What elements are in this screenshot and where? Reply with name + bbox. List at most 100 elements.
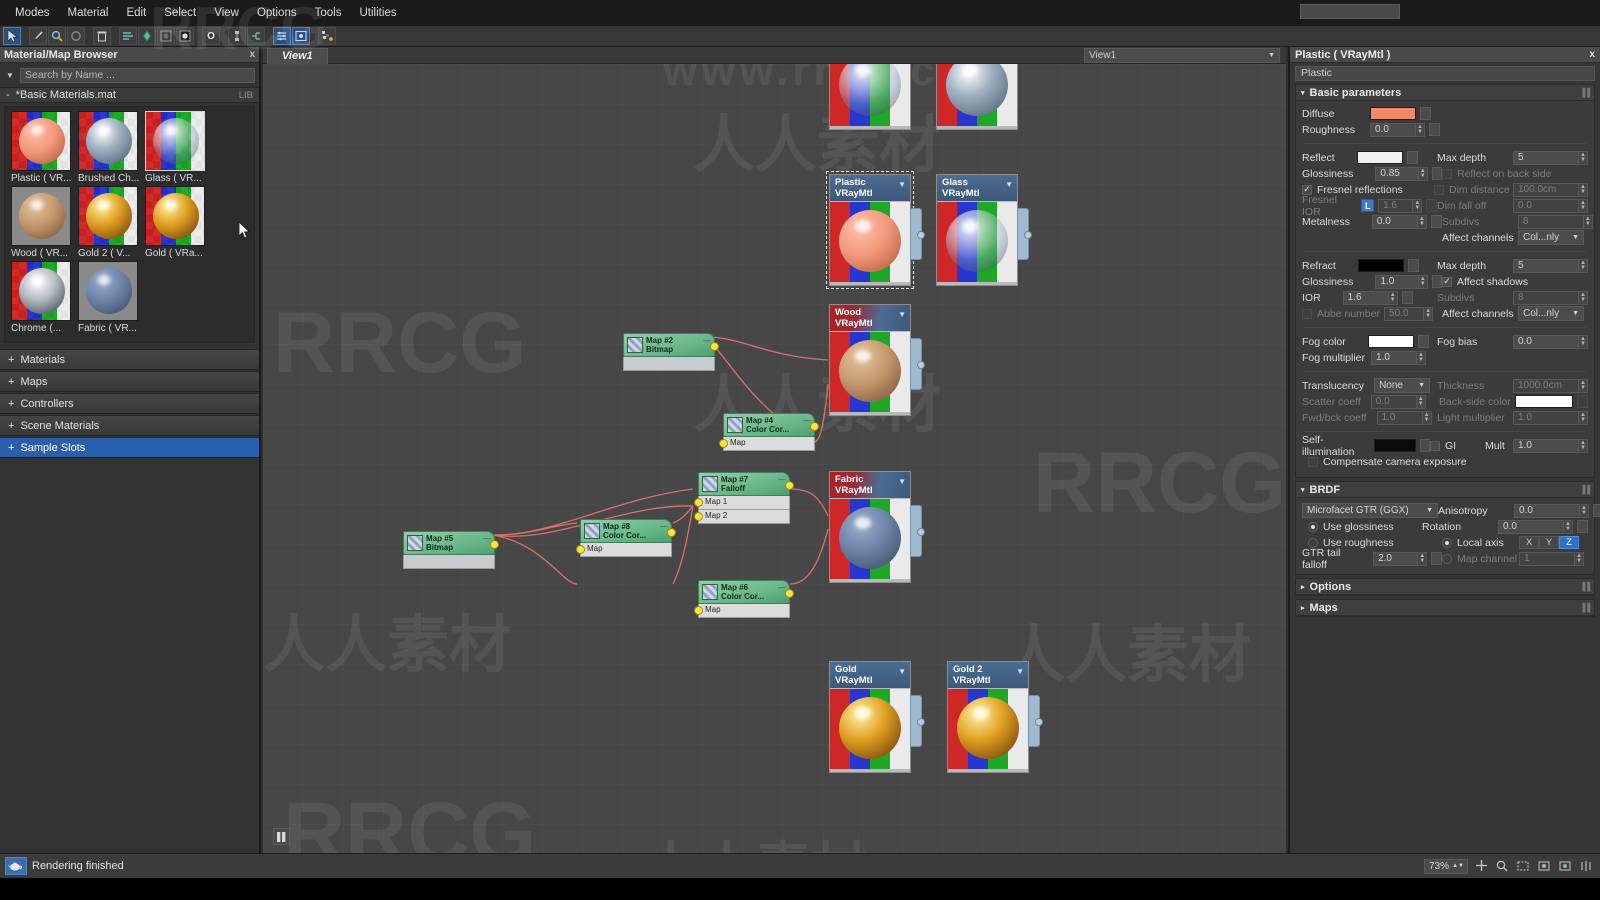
material-thumbnail[interactable] xyxy=(78,261,138,321)
refract-max-depth-spinner[interactable]: ▲ ▼ xyxy=(1579,258,1588,273)
scatter-coeff-spinner[interactable]: ▲ ▼ xyxy=(1416,394,1426,409)
abbe-number-checkbox[interactable] xyxy=(1302,308,1312,319)
map-node-socket[interactable]: Map 2 xyxy=(694,510,790,524)
reflect-back-side-checkbox[interactable] xyxy=(1442,168,1452,179)
dim-distance-spinner[interactable]: ▲ ▼ xyxy=(1579,182,1588,197)
dim-distance-input[interactable]: 100.0cm xyxy=(1513,182,1579,197)
map-node-socket[interactable]: Map xyxy=(576,543,672,557)
browser-section-sample-slots[interactable]: + Sample Slots xyxy=(0,437,259,458)
material-node-output-port[interactable] xyxy=(1017,208,1032,260)
material-node-frame[interactable]: Fabric VRayMtl ▼ xyxy=(829,471,911,583)
light-multiplier-input[interactable]: 1.0 xyxy=(1513,410,1579,425)
input-socket-dot[interactable] xyxy=(719,439,728,448)
chevron-down-icon[interactable]: ▼ xyxy=(898,476,906,487)
fwd-bck-coeff-input[interactable]: 1.0 xyxy=(1376,410,1423,425)
refract-map-button[interactable] xyxy=(1407,259,1419,272)
chevron-down-icon[interactable]: ▼ xyxy=(898,309,906,320)
material-node-frame[interactable] xyxy=(936,64,1018,130)
zoom-level-input[interactable]: 73% ▲▼ xyxy=(1424,858,1468,874)
menu-item-material[interactable]: Material xyxy=(59,3,118,23)
map-node-header[interactable]: Map #8 Color Cor... — xyxy=(580,519,672,543)
local-axis-z-button[interactable]: Z xyxy=(1559,536,1579,549)
refract-glossiness-spinner[interactable]: ▲ ▼ xyxy=(1419,274,1428,289)
material-thumbnail[interactable] xyxy=(78,111,138,171)
anisotropy-spinner[interactable]: ▲ ▼ xyxy=(1580,503,1589,518)
zoom-extents-selected-icon[interactable] xyxy=(1557,858,1573,874)
roughness-map-button[interactable] xyxy=(1429,123,1440,136)
rollup-maps-header[interactable]: ▸ Maps ▐▐ xyxy=(1296,600,1594,616)
map-node-header[interactable]: Map #6 Color Cor... — xyxy=(698,580,790,604)
chevron-down-icon[interactable]: ▼ xyxy=(898,179,906,190)
rotation-input[interactable]: 0.0 xyxy=(1498,519,1564,534)
gi-checkbox[interactable] xyxy=(1430,440,1440,451)
reflect-glossiness-map-button[interactable] xyxy=(1431,167,1442,180)
zoom-extents-icon[interactable] xyxy=(1536,858,1552,874)
diffuse-map-button[interactable] xyxy=(1420,107,1431,120)
gtr-tail-falloff-map-button[interactable] xyxy=(1431,552,1442,565)
teapot-icon[interactable] xyxy=(5,857,27,875)
window-controls-placeholder[interactable] xyxy=(1300,4,1400,19)
material-node-frame[interactable]: Glass VRayMtl ▼ xyxy=(936,174,1018,286)
reflect-glossiness-input[interactable]: 0.85 xyxy=(1375,166,1419,181)
material-node-frame[interactable]: Gold VRayMtl ▼ xyxy=(829,661,911,773)
menu-item-utilities[interactable]: Utilities xyxy=(350,3,405,23)
anisotropy-input[interactable]: 0.0 xyxy=(1514,503,1580,518)
input-socket-dot[interactable] xyxy=(694,498,703,507)
compensate-camera-exposure-checkbox[interactable] xyxy=(1308,456,1318,467)
refract-color-swatch[interactable] xyxy=(1357,259,1404,272)
ior-map-button[interactable] xyxy=(1401,291,1413,304)
material-node-output-port[interactable] xyxy=(910,505,925,557)
layout-children-icon[interactable] xyxy=(119,27,137,45)
material-node-header[interactable]: Plastic VRayMtl ▼ xyxy=(830,175,910,201)
map-node-header[interactable]: Map #4 Color Cor... — xyxy=(723,413,815,437)
dim-falloff-input[interactable]: 0.0 xyxy=(1513,198,1579,213)
rollup-options-header[interactable]: ▸ Options ▐▐ xyxy=(1296,579,1594,595)
map-node-header[interactable]: Map #2 Bitmap — xyxy=(623,333,715,357)
refract-glossiness-map-button[interactable] xyxy=(1431,275,1442,288)
light-multiplier-spinner[interactable]: ▲ ▼ xyxy=(1579,410,1588,425)
map-node[interactable]: Map #4 Color Cor... — Map xyxy=(719,413,819,451)
anisotropy-map-button[interactable] xyxy=(1593,504,1600,517)
input-socket-dot[interactable] xyxy=(694,606,703,615)
options-o-icon[interactable]: O xyxy=(202,27,220,45)
reflect-subdivs-spinner[interactable]: ▲ ▼ xyxy=(1583,214,1593,229)
scatter-coeff-input[interactable]: 0.0 xyxy=(1370,394,1417,409)
output-socket-dot[interactable] xyxy=(490,540,499,549)
local-axis-x-button[interactable]: X xyxy=(1519,536,1539,549)
output-socket-dot[interactable] xyxy=(917,231,925,239)
layout-nodes-icon[interactable] xyxy=(247,27,265,45)
roughness-spinner[interactable]: ▲ ▼ xyxy=(1416,122,1425,137)
fresnel-ior-spinner[interactable]: ▲ ▼ xyxy=(1413,198,1423,213)
map-node[interactable]: Map #2 Bitmap — xyxy=(623,333,719,371)
browser-section-controllers[interactable]: + Controllers xyxy=(0,393,259,414)
fwd-bck-coeff-spinner[interactable]: ▲ ▼ xyxy=(1422,410,1432,425)
browser-section-materials[interactable]: + Materials xyxy=(0,349,259,370)
rollup-brdf-header[interactable]: ▾ BRDF ▐▐ xyxy=(1296,482,1594,498)
chevron-down-icon[interactable]: ▼ xyxy=(1016,666,1024,677)
material-thumbnail[interactable] xyxy=(145,111,205,171)
material-thumbnail[interactable] xyxy=(11,186,71,246)
input-socket-dot[interactable] xyxy=(576,545,585,554)
browser-section-scene-materials[interactable]: + Scene Materials xyxy=(0,415,259,436)
material-name-input[interactable]: Plastic xyxy=(1295,66,1595,81)
material-node[interactable]: Plastic VRayMtl ▼ xyxy=(826,171,925,289)
library-group-header[interactable]: - *Basic Materials.mat LIB xyxy=(0,87,259,103)
menu-item-select[interactable]: Select xyxy=(155,3,205,23)
reflect-color-swatch[interactable] xyxy=(1356,151,1403,164)
pan-icon[interactable] xyxy=(1473,858,1489,874)
output-socket-dot[interactable] xyxy=(1024,231,1032,239)
input-socket-dot[interactable] xyxy=(694,512,703,521)
browser-section-maps[interactable]: + Maps xyxy=(0,371,259,392)
material-node[interactable]: Glass VRayMtl ▼ xyxy=(936,174,1032,286)
map-channel-input[interactable]: 1 xyxy=(1519,551,1575,566)
map-node[interactable]: Map #5 Bitmap — xyxy=(403,531,499,569)
rotation-map-button[interactable] xyxy=(1577,520,1588,533)
output-socket-dot[interactable] xyxy=(917,528,925,536)
metalness-map-button[interactable] xyxy=(1430,215,1442,228)
output-socket-dot[interactable] xyxy=(1035,718,1043,726)
material-node-header[interactable]: Fabric VRayMtl ▼ xyxy=(830,472,910,498)
material-node[interactable]: Fabric VRayMtl ▼ xyxy=(829,471,925,583)
rotation-spinner[interactable]: ▲ ▼ xyxy=(1564,519,1573,534)
material-node[interactable]: Gold 2 VRayMtl ▼ xyxy=(947,661,1043,773)
fog-color-map-button[interactable] xyxy=(1417,335,1429,348)
